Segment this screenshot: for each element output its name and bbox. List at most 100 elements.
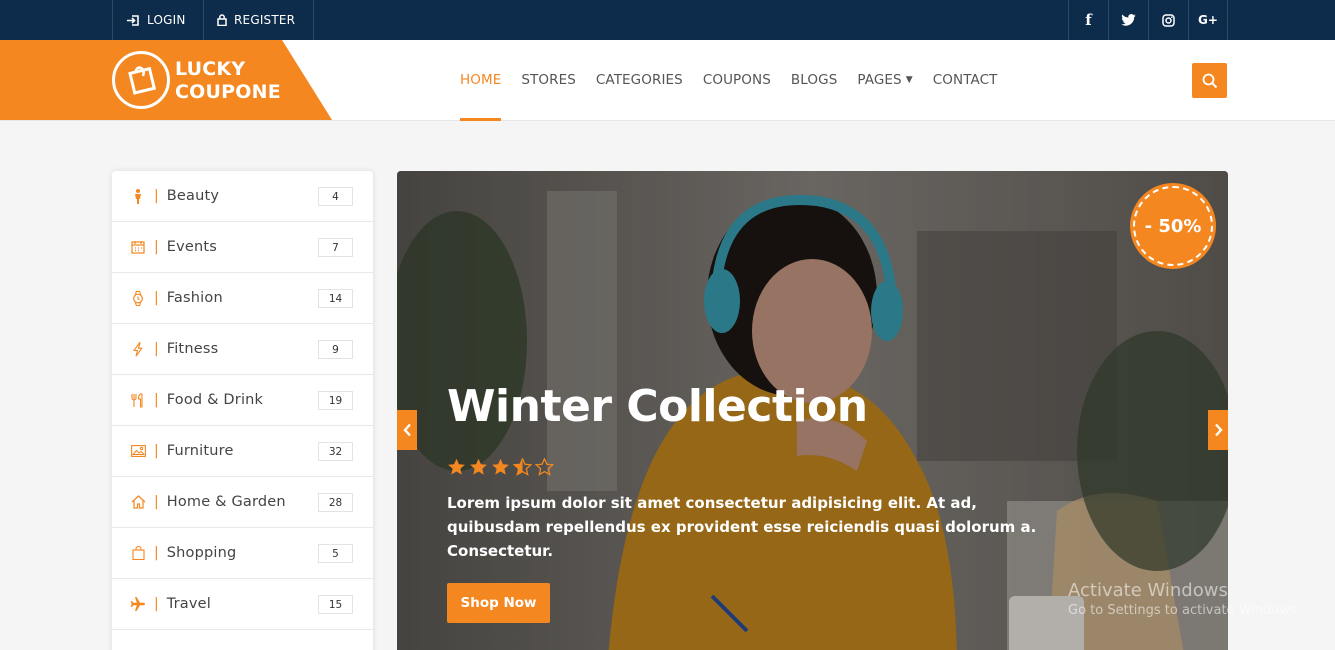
- bolt-icon: [130, 341, 146, 357]
- nav-home-label: HOME: [460, 72, 502, 88]
- chevron-left-icon: [402, 423, 411, 437]
- separator: |: [154, 239, 159, 255]
- rating-stars: [447, 458, 554, 476]
- main-header: LUCKY COUPONE HOME STORES CATEGORIES COU…: [0, 40, 1335, 121]
- shop-now-button[interactable]: Shop Now: [447, 583, 550, 623]
- category-sidebar: | Beauty 4 | Events 7 | Fashion 14 | Fit…: [112, 171, 373, 650]
- register-label: REGISTER: [234, 13, 296, 27]
- category-label: Shopping: [166, 545, 237, 561]
- hero-slider: - 50% Winter Collection Lorem ipsum dolo…: [397, 171, 1228, 650]
- category-item-events[interactable]: | Events 7: [112, 222, 373, 273]
- category-count: 14: [318, 289, 353, 308]
- search-button[interactable]: [1192, 63, 1227, 98]
- separator: |: [154, 188, 159, 204]
- watermark-subtitle: Go to Settings to activate Windows.: [1068, 603, 1301, 618]
- nav-pages[interactable]: PAGES ▼: [857, 40, 912, 120]
- category-label: Fashion: [166, 290, 223, 306]
- category-item-home-garden[interactable]: | Home & Garden 28: [112, 477, 373, 528]
- star-full-icon: [470, 458, 487, 475]
- slide-title: Winter Collection: [447, 381, 868, 432]
- watermark-title: Activate Windows: [1068, 580, 1228, 601]
- category-count: 15: [318, 595, 353, 614]
- category-count: 19: [318, 391, 353, 410]
- category-label: Food & Drink: [166, 392, 264, 408]
- category-label: Home & Garden: [166, 494, 286, 510]
- category-item-shopping[interactable]: | Shopping 5: [112, 528, 373, 579]
- separator: |: [154, 290, 159, 306]
- nav-coupons-label: COUPONS: [702, 72, 771, 88]
- category-item-travel[interactable]: | Travel 15: [112, 579, 373, 630]
- chevron-right-icon: [1214, 423, 1223, 437]
- register-button[interactable]: REGISTER: [203, 0, 314, 40]
- utensils-icon: [130, 392, 146, 408]
- star-half-icon: [513, 458, 532, 476]
- windows-activation-watermark: Activate Windows Go to Settings to activ…: [1068, 580, 1301, 618]
- separator: |: [154, 443, 159, 459]
- nav-blogs-label: BLOGS: [790, 72, 838, 88]
- nav-home[interactable]: HOME: [460, 40, 502, 121]
- twitter-icon[interactable]: [1108, 0, 1148, 40]
- image-icon: [130, 443, 146, 459]
- logo-line-1: LUCKY: [175, 58, 246, 80]
- category-count: 5: [318, 544, 353, 563]
- login-label: LOGIN: [147, 13, 186, 27]
- category-count: 4: [318, 187, 353, 206]
- star-full-icon: [448, 458, 465, 475]
- main-nav: HOME STORES CATEGORIES COUPONS BLOGS PAG…: [460, 40, 1017, 121]
- logo-line-2: COUPONE: [175, 81, 281, 103]
- nav-categories-label: CATEGORIES: [595, 72, 683, 88]
- slider-next-button[interactable]: [1208, 410, 1228, 450]
- logo-text[interactable]: LUCKY COUPONE: [175, 58, 281, 104]
- category-item-beauty[interactable]: | Beauty 4: [112, 171, 373, 222]
- category-label: Fitness: [166, 341, 219, 357]
- category-item-furniture[interactable]: | Furniture 32: [112, 426, 373, 477]
- calendar-icon: [130, 239, 146, 255]
- facebook-icon[interactable]: f: [1068, 0, 1108, 40]
- nav-categories[interactable]: CATEGORIES: [596, 40, 683, 120]
- separator: |: [154, 494, 159, 510]
- nav-stores[interactable]: STORES: [521, 40, 576, 120]
- category-label: Beauty: [166, 188, 220, 204]
- nav-coupons[interactable]: COUPONS: [703, 40, 771, 120]
- category-item-fitness[interactable]: | Fitness 9: [112, 324, 373, 375]
- logo-icon[interactable]: [112, 51, 170, 109]
- slide-description: Lorem ipsum dolor sit amet consectetur a…: [447, 494, 1037, 560]
- nav-contact[interactable]: CONTACT: [933, 40, 998, 120]
- watch-icon: [130, 290, 146, 306]
- separator: |: [154, 341, 159, 357]
- login-button[interactable]: LOGIN: [112, 0, 204, 40]
- category-count: 28: [318, 493, 353, 512]
- category-label: Travel: [166, 596, 212, 612]
- category-label: Furniture: [166, 443, 234, 459]
- top-bar: LOGIN REGISTER f G+: [0, 0, 1335, 40]
- category-count: 7: [318, 238, 353, 257]
- category-count: 9: [318, 340, 353, 359]
- social-links: f G+: [1068, 0, 1228, 40]
- nav-contact-label: CONTACT: [932, 72, 998, 88]
- separator: |: [154, 596, 159, 612]
- separator: |: [154, 545, 159, 561]
- category-item-fashion[interactable]: | Fashion 14: [112, 273, 373, 324]
- nav-pages-label: PAGES: [857, 72, 902, 88]
- instagram-icon[interactable]: [1148, 0, 1188, 40]
- nav-stores-label: STORES: [521, 72, 576, 88]
- category-label: Events: [166, 239, 218, 255]
- nav-blogs[interactable]: BLOGS: [791, 40, 837, 120]
- home-icon: [130, 494, 146, 510]
- sign-in-icon: [127, 14, 139, 26]
- category-item-food-drink[interactable]: | Food & Drink 19: [112, 375, 373, 426]
- google-plus-icon[interactable]: G+: [1188, 0, 1228, 40]
- chevron-down-icon: ▼: [905, 75, 913, 85]
- top-bar-inner: LOGIN REGISTER f G+: [112, 0, 1228, 40]
- category-count: 32: [318, 442, 353, 461]
- slider-prev-button[interactable]: [397, 410, 417, 450]
- search-icon: [1202, 73, 1217, 88]
- star-full-icon: [492, 458, 509, 475]
- person-icon: [130, 188, 146, 204]
- plane-icon: [130, 596, 146, 612]
- star-empty-icon: [535, 458, 554, 476]
- discount-badge: - 50%: [1133, 186, 1213, 266]
- lock-icon: [217, 14, 227, 26]
- bag-icon: [130, 545, 146, 561]
- separator: |: [154, 392, 159, 408]
